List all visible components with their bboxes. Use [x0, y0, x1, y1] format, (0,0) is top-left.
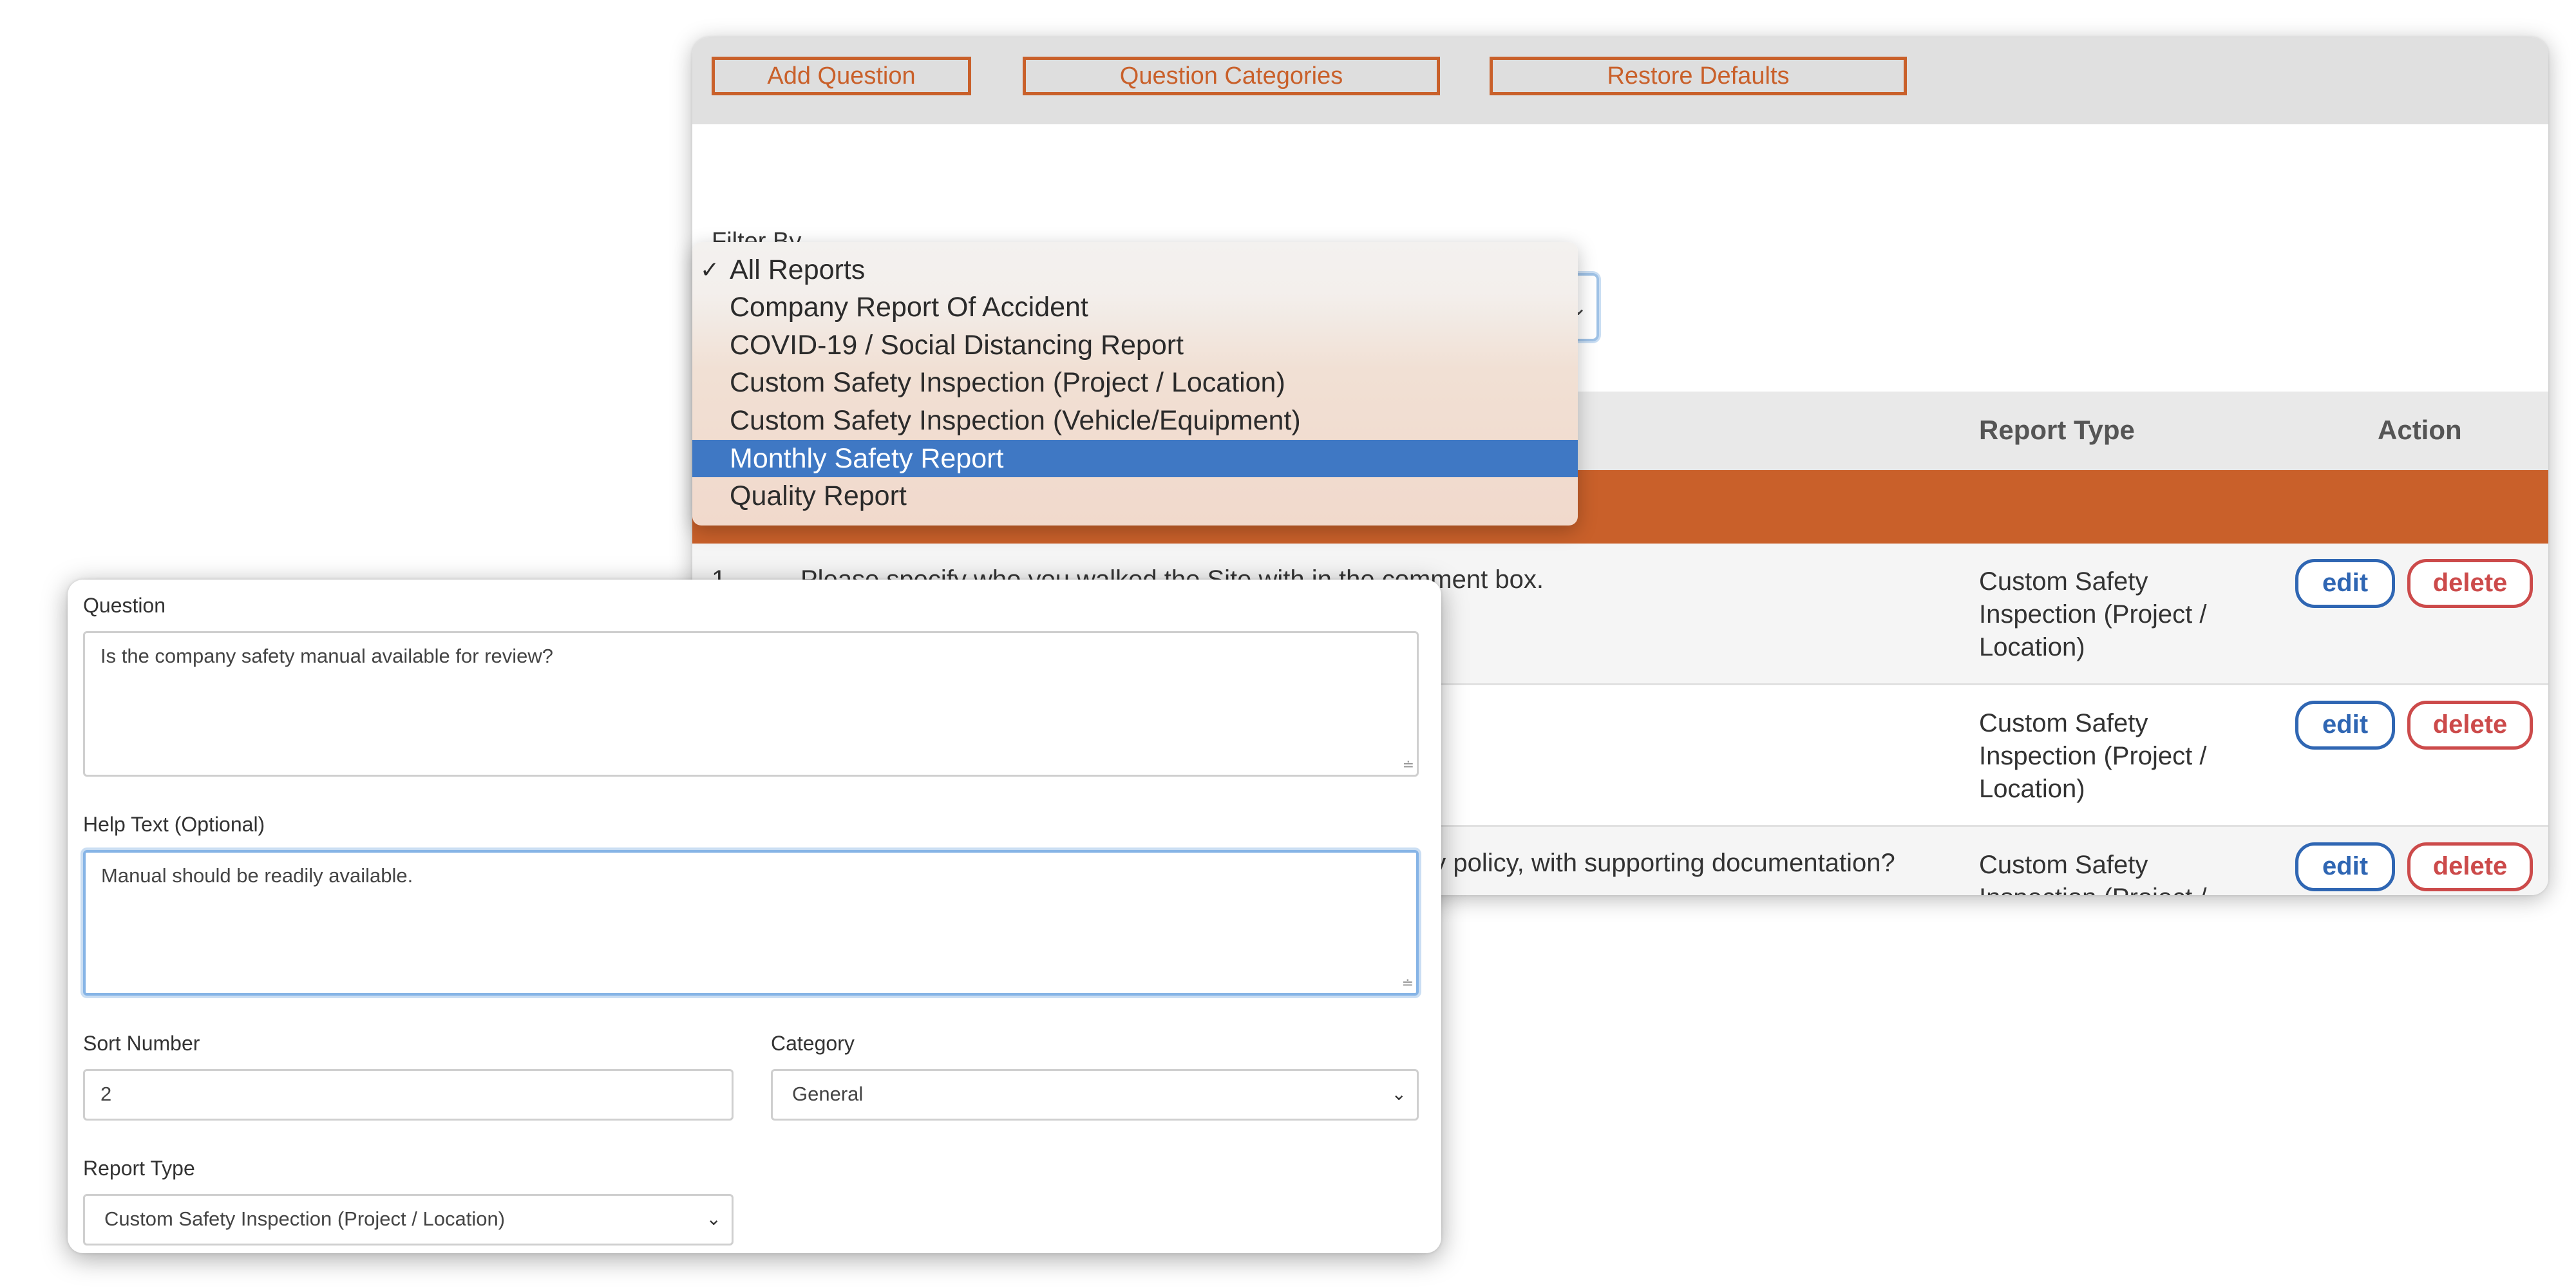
question-edit-form: Question Is the company safety manual av…	[68, 580, 1441, 1253]
resize-grip-icon[interactable]: ≐	[1403, 757, 1414, 773]
help-text-textarea[interactable]: Manual should be readily available. ≐	[83, 850, 1419, 996]
category-select[interactable]: General ⌄	[771, 1069, 1419, 1121]
row-report-type: Custom Safety Inspection (Project / Loca…	[1979, 567, 2207, 661]
delete-button[interactable]: delete	[2407, 842, 2533, 891]
action-header: Action	[2378, 415, 2462, 445]
add-question-button[interactable]: Add Question	[712, 57, 971, 95]
checkmark-icon: ✓	[700, 256, 720, 283]
report-type-header: Report Type	[1979, 415, 2135, 445]
row-report-type: Custom Safety Inspection (Project / Loca…	[1979, 709, 2207, 803]
edit-button[interactable]: edit	[2295, 559, 2395, 608]
question-label: Question	[83, 594, 166, 617]
help-text-label: Help Text (Optional)	[83, 813, 265, 836]
dropdown-option[interactable]: Company Report Of Accident	[692, 289, 1578, 326]
toolbar: Add Question Question Categories Restore…	[692, 37, 2548, 124]
edit-button[interactable]: edit	[2295, 842, 2395, 891]
question-textarea[interactable]: Is the company safety manual available f…	[83, 631, 1419, 777]
report-type-select[interactable]: Custom Safety Inspection (Project / Loca…	[83, 1194, 734, 1245]
sort-number-label: Sort Number	[83, 1032, 200, 1055]
sort-number-input[interactable]: 2	[83, 1069, 734, 1121]
dropdown-option[interactable]: COVID-19 / Social Distancing Report	[692, 327, 1578, 364]
dropdown-option[interactable]: Custom Safety Inspection (Project / Loca…	[692, 364, 1578, 401]
dropdown-option[interactable]: Quality Report	[692, 477, 1578, 515]
report-type-label: Report Type	[83, 1157, 195, 1180]
filter-dropdown-menu: ✓ All Reports Company Report Of Accident…	[692, 242, 1578, 526]
row-report-type: Custom Safety Inspection (Project / Loca…	[1979, 851, 2207, 895]
delete-button[interactable]: delete	[2407, 701, 2533, 750]
dropdown-option[interactable]: Custom Safety Inspection (Vehicle/Equipm…	[692, 402, 1578, 439]
restore-defaults-button[interactable]: Restore Defaults	[1490, 57, 1907, 95]
dropdown-option[interactable]: ✓ All Reports	[692, 251, 1578, 289]
question-categories-button[interactable]: Question Categories	[1023, 57, 1440, 95]
delete-button[interactable]: delete	[2407, 559, 2533, 608]
dropdown-option-highlighted[interactable]: Monthly Safety Report	[692, 440, 1578, 477]
resize-grip-icon[interactable]: ≐	[1402, 975, 1414, 992]
category-label: Category	[771, 1032, 855, 1055]
edit-button[interactable]: edit	[2295, 701, 2395, 750]
chevron-down-icon: ⌄	[706, 1209, 721, 1229]
row-question: ny policy, with supporting documentation…	[1419, 849, 1895, 877]
chevron-down-icon: ⌄	[1391, 1084, 1406, 1104]
